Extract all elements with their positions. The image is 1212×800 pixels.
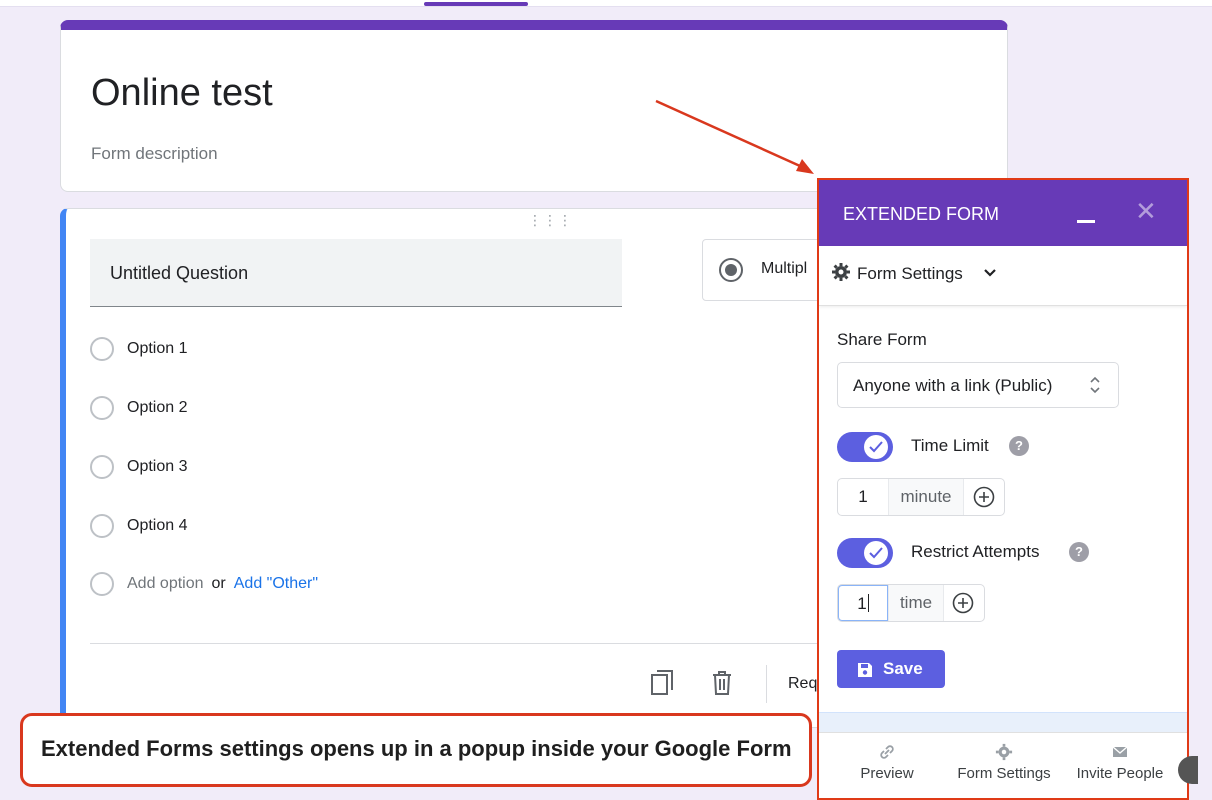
share-form-value: Anyone with a link (Public)	[853, 376, 1053, 395]
panel-header: EXTENDED FORM ✕	[819, 180, 1187, 246]
time-limit-value[interactable]: 1	[838, 479, 888, 515]
caption-text: Extended Forms settings opens up in a po…	[41, 736, 792, 761]
restrict-attempts-value: 1	[857, 594, 867, 613]
radio-circle-icon	[90, 455, 114, 479]
trash-icon[interactable]	[710, 669, 734, 697]
form-description[interactable]: Form description	[91, 144, 218, 164]
radio-circle-icon	[90, 337, 114, 361]
add-option-text: Add option or Add "Other"	[127, 575, 318, 593]
add-other-link[interactable]: Add "Other"	[234, 575, 318, 592]
gear-icon	[995, 743, 1013, 761]
drag-handle-icon[interactable]: ⋮⋮⋮	[528, 213, 573, 227]
form-settings-label: Form Settings	[857, 264, 963, 283]
panel-title: EXTENDED FORM	[843, 204, 1000, 224]
check-icon	[869, 547, 883, 559]
save-label: Save	[883, 659, 923, 678]
help-icon[interactable]: ?	[1069, 542, 1089, 562]
link-icon	[880, 745, 894, 759]
option-label[interactable]: Option 4	[127, 517, 187, 535]
restrict-attempts-input[interactable]: 1	[838, 585, 888, 621]
or-text: or	[211, 575, 226, 592]
time-limit-toggle[interactable]	[837, 432, 893, 462]
radio-circle-icon	[90, 396, 114, 420]
gear-icon	[832, 263, 850, 281]
radio-button-icon	[719, 258, 743, 282]
option-label[interactable]: Option 2	[127, 399, 187, 417]
hint-strip	[819, 712, 1187, 734]
extended-form-panel: EXTENDED FORM ✕ Form Settings Share Form…	[817, 178, 1189, 800]
top-strip	[0, 0, 1212, 7]
restrict-attempts-unit: time	[888, 585, 944, 621]
check-icon	[869, 441, 883, 453]
form-settings-dropdown[interactable]: Form Settings	[819, 246, 1187, 306]
toolbar-separator	[766, 665, 767, 703]
plus-circle-icon[interactable]	[973, 486, 995, 508]
restrict-attempts-toggle[interactable]	[837, 538, 893, 568]
footer-form-settings-label: Form Settings	[957, 765, 1051, 782]
radio-circle-icon	[90, 572, 114, 596]
share-form-label: Share Form	[837, 330, 927, 349]
chevron-down-icon	[984, 269, 996, 277]
plus-circle-icon[interactable]	[952, 592, 974, 614]
help-icon[interactable]: ?	[1009, 436, 1029, 456]
footer-invite-people[interactable]: Invite People	[1069, 743, 1171, 782]
question-title-input[interactable]: Untitled Question	[90, 239, 622, 307]
time-limit-unit: minute	[888, 479, 964, 515]
floppy-disk-icon	[858, 663, 872, 677]
footer-preview[interactable]: Preview	[847, 743, 927, 782]
envelope-icon	[1112, 746, 1128, 757]
close-icon[interactable]: ✕	[1135, 198, 1157, 224]
select-arrows-icon	[1090, 376, 1100, 394]
toggle-knob	[864, 435, 888, 459]
active-tab-indicator	[424, 2, 528, 6]
restrict-attempts-stepper[interactable]: 1 time	[837, 584, 985, 622]
footer-invite-people-label: Invite People	[1076, 765, 1164, 782]
footer-form-settings[interactable]: Form Settings	[949, 743, 1059, 782]
toggle-knob	[864, 541, 888, 565]
time-limit-label: Time Limit	[911, 436, 989, 455]
floating-button-edge[interactable]	[1178, 756, 1198, 784]
minimize-icon[interactable]	[1077, 220, 1095, 223]
add-option-link[interactable]: Add option	[127, 575, 204, 592]
question-title: Untitled Question	[110, 263, 249, 283]
panel-footer-nav: Preview Form Settings Invite People	[819, 732, 1187, 798]
caption-callout: Extended Forms settings opens up in a po…	[20, 713, 812, 787]
duplicate-icon[interactable]	[650, 669, 676, 697]
form-title[interactable]: Online test	[91, 72, 273, 115]
option-label[interactable]: Option 3	[127, 458, 187, 476]
share-form-select[interactable]: Anyone with a link (Public)	[837, 362, 1119, 408]
required-label[interactable]: Req	[788, 675, 817, 693]
radio-circle-icon	[90, 514, 114, 538]
footer-preview-label: Preview	[860, 765, 914, 782]
question-type-label: Multipl	[761, 260, 808, 277]
form-title-card: Online test Form description	[60, 20, 1008, 192]
text-caret	[867, 594, 869, 612]
save-button[interactable]: Save	[837, 650, 945, 688]
time-limit-stepper[interactable]: 1 minute	[837, 478, 1005, 516]
restrict-attempts-label: Restrict Attempts	[911, 542, 1040, 561]
option-label[interactable]: Option 1	[127, 340, 187, 358]
